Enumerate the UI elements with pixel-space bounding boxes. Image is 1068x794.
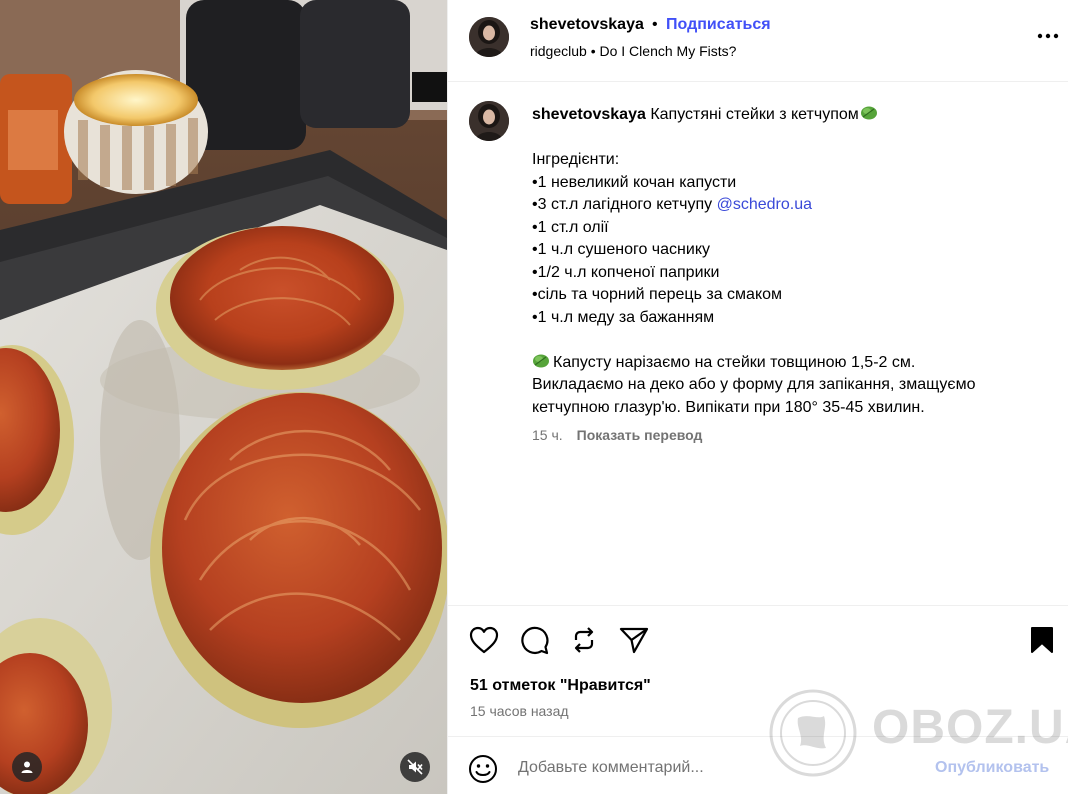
instruction-text: Капусту нарізаємо на стейки товщиною 1,5…	[553, 353, 916, 371]
mute-button[interactable]	[400, 752, 430, 782]
comment-icon	[521, 626, 549, 655]
repost-button[interactable]	[568, 624, 600, 656]
caption-time[interactable]: 15 ч.	[532, 427, 563, 443]
post-timestamp[interactable]: 15 часов назад	[470, 703, 569, 719]
tagged-users-button[interactable]	[12, 752, 42, 782]
post-actions: 51 отметок "Нравится" 15 часов назад	[448, 605, 1068, 736]
post-media[interactable]	[0, 0, 447, 794]
ingredient-item: •1 невеликий кочан капусти	[532, 173, 737, 191]
more-options-button[interactable]	[1034, 26, 1062, 46]
likes-count[interactable]: 51 отметок "Нравится"	[470, 677, 651, 695]
caption-username[interactable]: shevetovskaya	[532, 106, 646, 123]
mention-link[interactable]: @schedro.ua	[717, 196, 812, 213]
ingredients-heading: Інгредієнти:	[532, 151, 620, 168]
heart-icon	[469, 626, 499, 654]
comment-input[interactable]	[518, 756, 898, 780]
share-button[interactable]	[618, 624, 650, 656]
caption-title-line: shevetovskaya Капустяні стейки з кетчупо…	[532, 104, 1042, 127]
ingredient-item: •1 ч.л сушеного часнику	[532, 241, 710, 258]
separator-dot: •	[652, 16, 658, 33]
avatar-image	[469, 101, 509, 141]
comment-bar: Опубликовать	[448, 736, 1068, 794]
caption-meta: 15 ч. Показать перевод	[532, 427, 702, 443]
speaker-muted-icon	[407, 759, 423, 775]
ingredient-item: •3 ст.л лагідного кетчупу @schedro.ua	[532, 194, 1042, 217]
bookmark-icon	[1031, 627, 1053, 653]
ingredient-item: •сіль та чорний перець за смаком	[532, 286, 783, 303]
follow-button[interactable]: Подписаться	[666, 16, 771, 34]
instruction-line: кетчупною глазур'ю. Випікати при 180° 35…	[532, 398, 925, 416]
ingredient-item: •1/2 ч.л копченої паприки	[532, 263, 720, 281]
instruction-line: Викладаємо на деко або у форму для запік…	[532, 376, 976, 393]
post-panel: shevetovskaya • Подписаться ridgeclub • …	[447, 0, 1068, 794]
ingredient-text: •3 ст.л лагідного кетчупу	[532, 196, 717, 213]
save-button[interactable]	[1026, 624, 1058, 656]
post-caption: shevetovskaya Капустяні стейки з кетчупо…	[448, 82, 1068, 605]
caption-avatar[interactable]	[469, 101, 509, 141]
leaf-emoji-icon	[860, 106, 877, 120]
ingredient-item: •1 ч.л меду за бажанням	[532, 308, 715, 326]
username-link[interactable]: shevetovskaya	[530, 16, 644, 34]
food-photo	[0, 0, 447, 794]
caption-text: shevetovskaya Капустяні стейки з кетчупо…	[532, 104, 1042, 419]
avatar[interactable]	[469, 17, 509, 57]
instruction-line: Капусту нарізаємо на стейки товщиною 1,5…	[532, 352, 1042, 375]
ingredient-item: •1 ст.л олії	[532, 218, 609, 236]
audio-subline[interactable]: ridgeclub • Do I Clench My Fists?	[530, 43, 736, 59]
publish-button[interactable]: Опубликовать	[935, 759, 1049, 777]
emoji-button[interactable]	[468, 754, 498, 784]
post-header: shevetovskaya • Подписаться ridgeclub • …	[448, 0, 1068, 82]
user-icon	[21, 761, 33, 773]
leaf-emoji-icon	[533, 354, 549, 367]
like-button[interactable]	[468, 624, 500, 656]
more-dots-icon	[1037, 33, 1059, 39]
comment-button[interactable]	[518, 624, 550, 656]
repost-icon	[574, 627, 594, 653]
avatar-image	[469, 17, 509, 57]
caption-title: Капустяні стейки з кетчупом	[650, 106, 859, 123]
share-icon	[619, 627, 649, 654]
translate-link[interactable]: Показать перевод	[577, 427, 703, 443]
smiley-icon	[469, 755, 497, 783]
